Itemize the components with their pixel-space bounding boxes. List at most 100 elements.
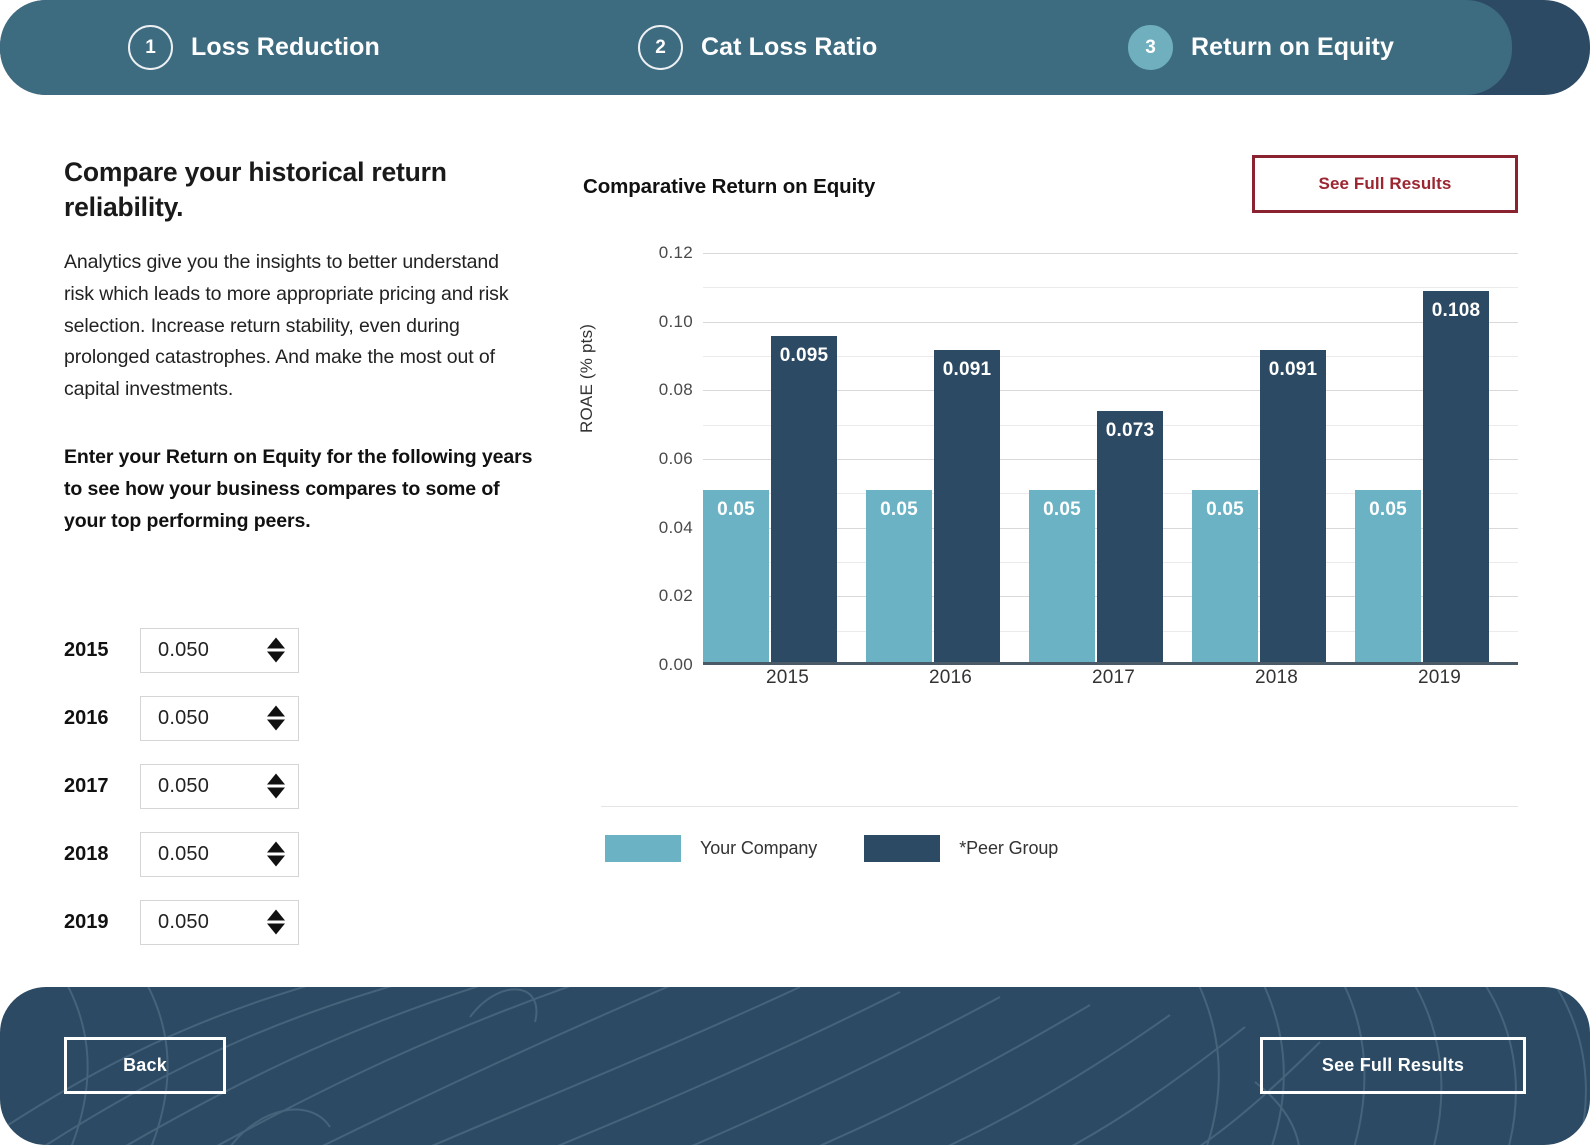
step-item-cat-loss-ratio[interactable]: 2 Cat Loss Ratio xyxy=(638,0,877,95)
chart-bar-group: 0.05 0.095 xyxy=(703,250,866,662)
see-full-results-button-bottom[interactable]: See Full Results xyxy=(1260,1037,1526,1094)
step-list: 1 Loss Reduction 2 Cat Loss Ratio 3 Retu… xyxy=(0,0,1512,95)
stepper-arrows-2016 xyxy=(267,705,285,731)
chart-bar-peer: 0.108 xyxy=(1423,291,1489,662)
chart-y-tick-label: 0.10 xyxy=(658,311,693,331)
stepper-down-icon-2018[interactable] xyxy=(267,855,285,867)
roe-input-value-2018[interactable]: 0.050 xyxy=(141,843,209,866)
stepper-arrows-2019 xyxy=(267,909,285,935)
legend-swatch-your-company xyxy=(605,835,681,862)
chart-bar-value-label: 0.05 xyxy=(880,499,918,521)
roe-input-value-2016[interactable]: 0.050 xyxy=(141,707,209,730)
chart-bar-value-label: 0.05 xyxy=(717,499,755,521)
input-year-label-2018: 2018 xyxy=(64,842,109,865)
legend-item-your-company: Your Company xyxy=(605,835,864,862)
chart-bar-own: 0.05 xyxy=(1355,490,1421,662)
chart-bar-peer: 0.095 xyxy=(771,335,837,662)
chart-y-tick-label: 0.06 xyxy=(658,449,693,468)
step-number-badge-1: 1 xyxy=(128,25,173,70)
roe-stepper-2019[interactable]: 0.050 xyxy=(140,899,299,945)
chart-x-tick-label: 2019 xyxy=(1417,667,1462,688)
chart-bar-group: 0.05 0.073 xyxy=(1029,250,1192,662)
back-button[interactable]: Back xyxy=(64,1037,226,1094)
input-row-2015: 2015 0.050 xyxy=(64,616,364,684)
chart-y-tick-label: 0.00 xyxy=(658,655,693,674)
chart-bar-peer: 0.091 xyxy=(934,349,1000,662)
roe-stepper-2016[interactable]: 0.050 xyxy=(140,695,299,741)
chart-bar-value-label: 0.095 xyxy=(779,344,829,366)
input-row-2017: 2017 0.050 xyxy=(64,752,364,820)
roe-stepper-2018[interactable]: 0.050 xyxy=(140,831,299,877)
chart-bar-value-label: 0.05 xyxy=(1206,499,1244,521)
chart-bar-peer: 0.073 xyxy=(1097,411,1163,662)
stepper-arrows-2015 xyxy=(267,637,285,663)
chart-panel: Comparative Return on Equity See Full Re… xyxy=(577,155,1518,862)
step-label-3: Return on Equity xyxy=(1191,33,1394,61)
stepper-up-icon-2017[interactable] xyxy=(267,773,285,785)
chart-title: Comparative Return on Equity xyxy=(583,175,876,198)
legend-swatch-peer-group xyxy=(864,835,941,862)
input-row-2016: 2016 0.050 xyxy=(64,684,364,752)
input-row-2019: 2019 0.050 xyxy=(64,888,364,956)
page-footer: Back See Full Results xyxy=(0,987,1590,1145)
input-year-label-2017: 2017 xyxy=(64,774,109,797)
chart-bar-own: 0.05 xyxy=(1029,490,1095,662)
chart-y-tick-label: 0.04 xyxy=(658,517,693,537)
chart-y-tick-label: 0.12 xyxy=(658,243,693,262)
chart-bar-value-label: 0.108 xyxy=(1431,300,1481,322)
see-full-results-button-top[interactable]: See Full Results xyxy=(1252,155,1518,213)
chart-bar-peer: 0.091 xyxy=(1260,349,1326,662)
stepper-arrows-2018 xyxy=(267,841,285,867)
chart-x-tick-label: 2016 xyxy=(928,667,973,688)
chart-bar-value-label: 0.05 xyxy=(1043,499,1081,521)
chart-x-tick-label: 2015 xyxy=(765,667,810,688)
stepper-down-icon-2017[interactable] xyxy=(267,787,285,799)
left-content-panel: Compare your historical return reliabili… xyxy=(64,155,534,537)
chart-plot-area: ROAE (% pts) 0.00 0.02 0.04 0.06 0.08 0.10 0.1… xyxy=(577,243,1518,862)
input-year-label-2019: 2019 xyxy=(64,910,109,933)
stepper-up-icon-2019[interactable] xyxy=(267,909,285,921)
chart-bar-own: 0.05 xyxy=(866,490,932,662)
chart-header: Comparative Return on Equity See Full Re… xyxy=(583,155,1518,233)
chart-bar-value-label: 0.073 xyxy=(1105,420,1155,442)
step-label-2: Cat Loss Ratio xyxy=(701,33,878,61)
stepper-up-icon-2016[interactable] xyxy=(267,705,285,717)
step-number-badge-3: 3 xyxy=(1128,25,1173,70)
chart-bar-value-label: 0.05 xyxy=(1369,499,1407,521)
chart-y-axis-label: ROAE (% pts) xyxy=(577,323,596,433)
step-label-1: Loss Reduction xyxy=(191,33,380,61)
roe-calculator-page: 1 Loss Reduction 2 Cat Loss Ratio 3 Retu… xyxy=(0,0,1590,1145)
roe-stepper-2017[interactable]: 0.050 xyxy=(140,763,299,809)
stepper-down-icon-2015[interactable] xyxy=(267,651,285,663)
chart-legend: Your Company *Peer Group xyxy=(605,835,1105,862)
input-year-label-2016: 2016 xyxy=(64,706,109,729)
chart-bar-group: 0.05 0.091 xyxy=(1192,250,1355,662)
panel-prompt: Enter your Return on Equity for the foll… xyxy=(64,446,533,532)
chart-bars-container: 0.05 0.095 0.05 0.091 0.05 0.073 0.05 0.091 0.05… xyxy=(703,253,1518,665)
chart-bar-own: 0.05 xyxy=(703,490,769,662)
chart-bar-value-label: 0.091 xyxy=(1268,358,1318,380)
chart-bar-own: 0.05 xyxy=(1192,490,1258,662)
stepper-down-icon-2016[interactable] xyxy=(267,719,285,731)
roe-input-value-2015[interactable]: 0.050 xyxy=(141,639,209,662)
roe-stepper-2015[interactable]: 0.050 xyxy=(140,627,299,673)
stepper-down-icon-2019[interactable] xyxy=(267,923,285,935)
chart-y-tick-label: 0.02 xyxy=(658,586,693,606)
stepper-up-icon-2018[interactable] xyxy=(267,841,285,853)
chart-bar-group: 0.05 0.108 xyxy=(1355,250,1518,662)
input-row-2018: 2018 0.050 xyxy=(64,820,364,888)
legend-label-your-company: Your Company xyxy=(700,838,818,858)
stepper-up-icon-2015[interactable] xyxy=(267,637,285,649)
chart-x-tick-label: 2017 xyxy=(1091,667,1136,688)
step-number-badge-2: 2 xyxy=(638,25,683,70)
panel-description: Analytics give you the insights to bette… xyxy=(64,251,509,400)
roe-input-value-2019[interactable]: 0.050 xyxy=(141,911,209,934)
step-header: 1 Loss Reduction 2 Cat Loss Ratio 3 Retu… xyxy=(0,0,1590,95)
step-item-return-on-equity[interactable]: 3 Return on Equity xyxy=(1128,0,1394,95)
roe-input-value-2017[interactable]: 0.050 xyxy=(141,775,209,798)
step-item-loss-reduction[interactable]: 1 Loss Reduction xyxy=(128,0,380,95)
legend-divider xyxy=(601,806,1518,807)
legend-item-peer-group: *Peer Group xyxy=(864,835,1105,862)
input-year-label-2015: 2015 xyxy=(64,638,109,661)
chart-x-tick-label: 2018 xyxy=(1254,667,1299,688)
